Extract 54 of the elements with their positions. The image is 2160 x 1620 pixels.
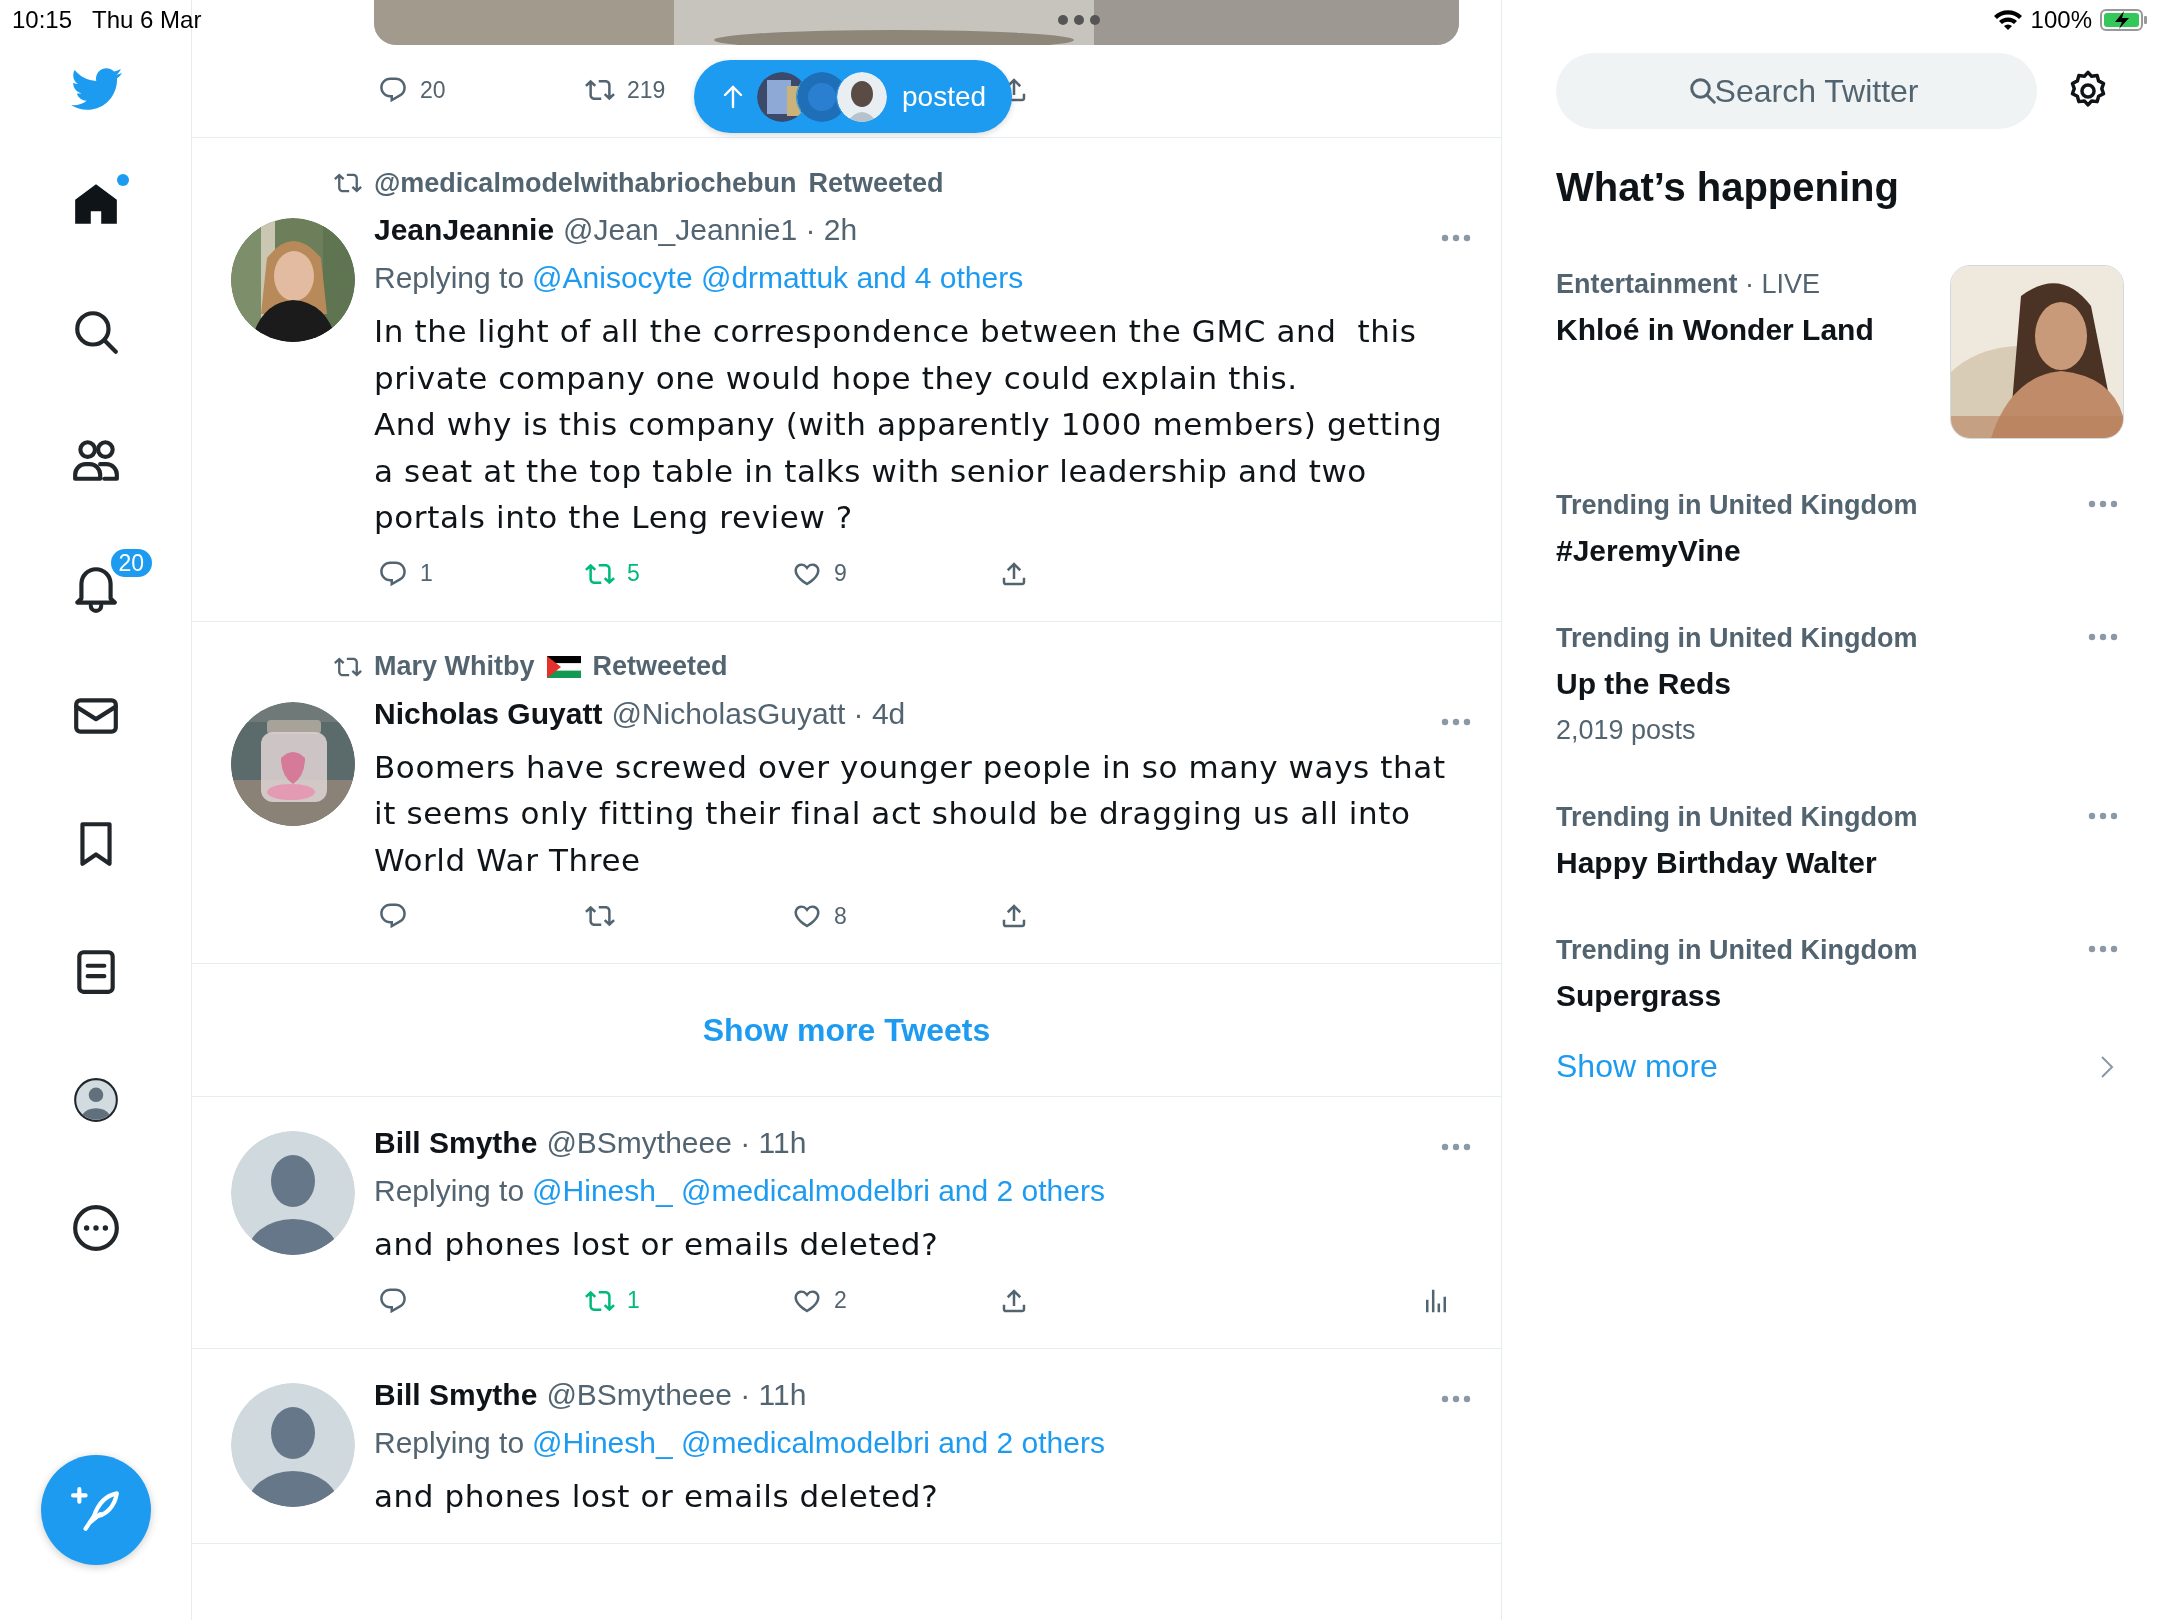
new-posts-label: posted	[902, 80, 987, 113]
author-name[interactable]: JeanJeannie	[374, 206, 555, 254]
author-handle-time: @BSmytheee · 11h	[546, 1125, 807, 1161]
trend-title[interactable]: Happy Birthday Walter	[1556, 840, 1918, 886]
author-handle-time: @BSmytheee · 11h	[546, 1376, 807, 1413]
trend-post-count: 2,019 posts	[1556, 714, 1697, 747]
trend-title[interactable]: #JeremyVine	[1556, 528, 1918, 574]
chevron-right-icon	[2100, 1054, 2114, 1079]
author-name[interactable]: Nicholas Guyatt	[374, 689, 603, 738]
author-name[interactable]: Bill Smythe	[374, 1370, 538, 1419]
like-count: 9	[834, 560, 847, 587]
tweet-text: and phones lost or emails deleted?	[374, 1225, 940, 1264]
reply-count: 1	[420, 560, 433, 587]
trend-category: Trending in United Kingdom	[1556, 934, 1918, 967]
trend-category: Trending in United Kingdom	[1556, 801, 1918, 834]
section-heading: What’s happening	[1556, 164, 1900, 211]
retweet-count: 219	[627, 76, 666, 104]
author-handle-time: @NicholasGuyatt · 4d	[611, 695, 906, 732]
retweeted-by-name[interactable]: @medicalmodelwithabriochebun	[374, 167, 797, 199]
replying-to-label: Replying to	[374, 260, 525, 296]
search-icon	[1688, 76, 1718, 106]
wifi-icon	[1992, 8, 2023, 32]
retweeted-by-name[interactable]: Mary Whitby	[374, 651, 535, 682]
tweet-text: Boomers have screwed over younger people in so many ways that it seems only fitting their final act should be dragging us all into World War Three	[374, 747, 1447, 880]
trend-title[interactable]: Supergrass	[1556, 973, 1918, 1019]
search-field[interactable]: Search Twitter	[1556, 53, 2037, 129]
status-time: 10:15	[12, 6, 73, 34]
reply-icon	[378, 901, 408, 931]
battery-charging-icon	[2100, 8, 2148, 32]
trend-category: Entertainment · LIVE	[1556, 268, 1822, 301]
reply-count: 20	[420, 76, 446, 104]
retweeted-label: Retweeted	[592, 651, 728, 682]
tweet-text: In the light of all the correspondence between the GMC and this private company one would hope they could explain this. And why is this company (with apparently 1000 members) getting a seat at the top table in talks with senior leadership and two portals into the Leng review ?	[374, 312, 1444, 537]
retweeted-label: Retweeted	[808, 167, 944, 199]
retweet-count: 5	[627, 560, 640, 587]
replying-to-label: Replying to	[374, 1173, 525, 1209]
like-count: 8	[834, 902, 847, 930]
author-handle-time: @Jean_Jeannie1 · 2h	[563, 212, 858, 248]
arrow-up-icon	[722, 84, 744, 109]
author-name[interactable]: Bill Smythe	[374, 1119, 538, 1167]
retweet-count: 1	[627, 1287, 640, 1314]
trend-category: Trending in United Kingdom	[1556, 622, 1918, 655]
trend-title[interactable]: Khloé in Wonder Land	[1556, 307, 1874, 353]
replying-to-label: Replying to	[374, 1424, 525, 1461]
reply-icon	[378, 75, 408, 105]
compose-button[interactable]	[40, 1455, 151, 1565]
more-options-icon[interactable]	[70, 1203, 121, 1253]
status-date: Thu 6 Mar	[92, 6, 202, 34]
battery-percent: 100%	[2030, 6, 2092, 34]
like-count: 2	[834, 1287, 847, 1314]
trend-category: Trending in United Kingdom	[1556, 489, 1918, 522]
multitasking-handle-icon[interactable]	[1057, 14, 1101, 26]
trend-title[interactable]: Up the Reds	[1556, 661, 1918, 707]
tweet-text: and phones lost or emails deleted?	[374, 1476, 940, 1516]
